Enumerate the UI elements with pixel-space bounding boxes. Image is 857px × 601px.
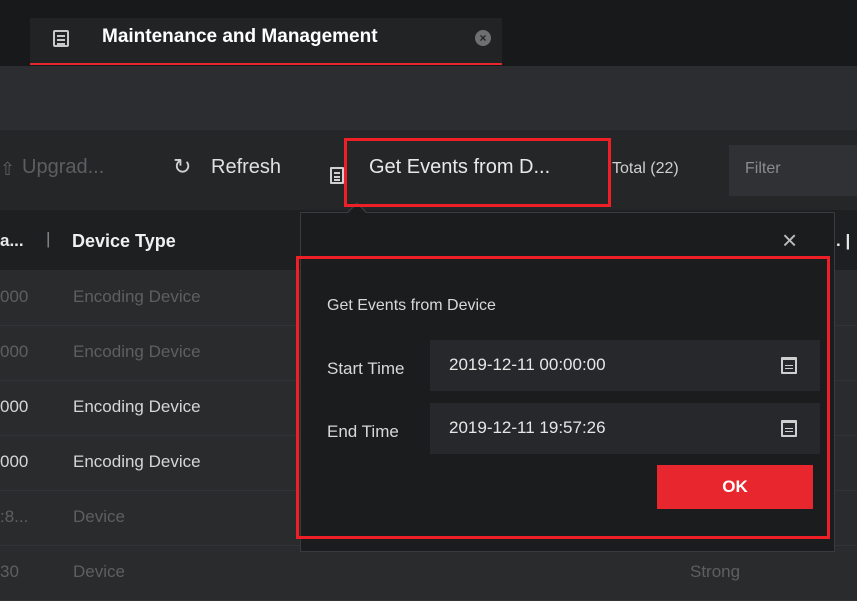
filter-field[interactable] xyxy=(729,145,857,196)
highlight-get-events-button xyxy=(344,138,611,207)
upload-icon: ⇧ xyxy=(0,159,16,179)
row-cell-device-type: Encoding Device xyxy=(73,397,201,416)
row-cell-signal: Strong xyxy=(690,562,741,581)
row-cell-device-type: Device xyxy=(73,562,125,581)
total-count: Total (22) xyxy=(612,160,679,177)
document-icon[interactable] xyxy=(330,167,344,184)
upgrade-button[interactable]: Upgrad... xyxy=(22,156,104,179)
tab-title: Maintenance and Management xyxy=(102,26,378,47)
maintenance-icon xyxy=(53,30,69,47)
row-cell-device-type: Device xyxy=(73,507,125,526)
column-header-device-type[interactable]: Device Type xyxy=(72,231,176,252)
highlight-time-form xyxy=(296,256,830,539)
row-cell-address: 30 xyxy=(0,562,19,581)
sub-header xyxy=(0,66,857,130)
tab-close-icon[interactable]: × xyxy=(475,30,491,46)
column-header-truncated-right[interactable]: . | xyxy=(836,231,850,251)
row-cell-address: 000 xyxy=(0,342,29,361)
tab-maintenance-and-management[interactable]: Maintenance and Management × xyxy=(30,18,502,65)
column-header-truncated[interactable]: a... xyxy=(0,231,24,251)
filter-input[interactable] xyxy=(745,159,845,179)
refresh-icon[interactable]: ↻ xyxy=(173,154,191,180)
table-row[interactable]: 30 Device Strong xyxy=(0,546,857,601)
row-cell-address: :8... xyxy=(0,507,29,526)
row-cell-address: 000 xyxy=(0,452,29,471)
tab-bar: Maintenance and Management × xyxy=(0,0,857,66)
close-icon[interactable]: × xyxy=(782,227,797,253)
row-cell-address: 000 xyxy=(0,397,29,416)
row-cell-address: 000 xyxy=(0,287,29,306)
column-separator: | xyxy=(46,229,51,248)
row-cell-device-type: Encoding Device xyxy=(73,287,201,306)
row-cell-device-type: Encoding Device xyxy=(73,452,201,471)
row-cell-device-type: Encoding Device xyxy=(73,342,201,361)
refresh-button[interactable]: Refresh xyxy=(211,156,281,179)
